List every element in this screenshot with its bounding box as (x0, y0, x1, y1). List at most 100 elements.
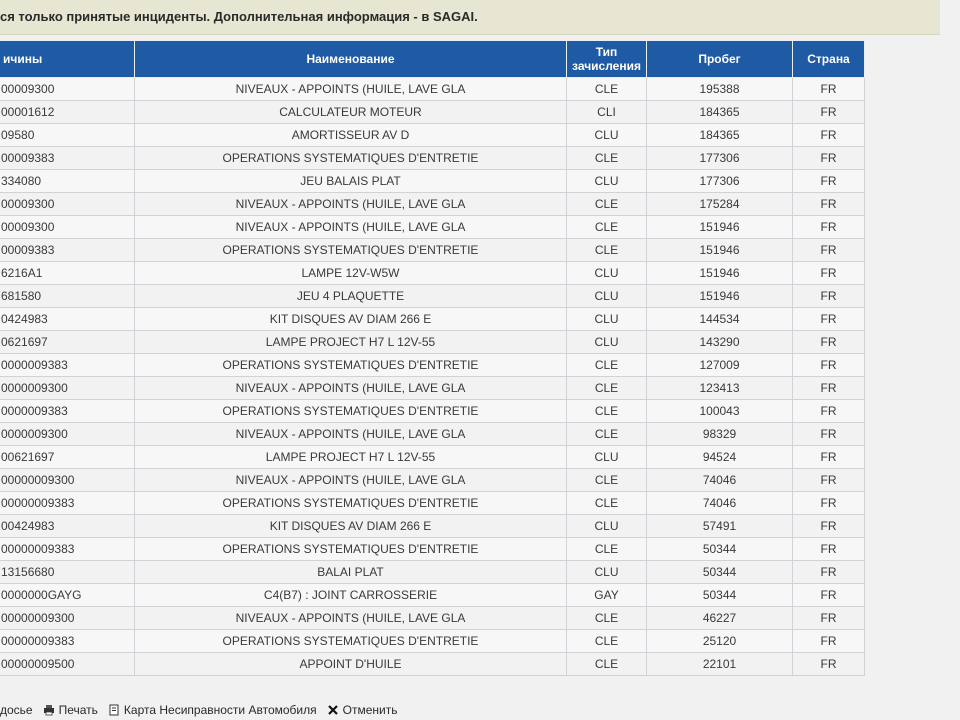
cell-mileage: 50344 (646, 560, 793, 584)
cell-mileage: 57491 (646, 514, 793, 538)
cell-code: 00009383 (0, 238, 135, 262)
cell-country: FR (792, 261, 865, 285)
cell-name: NIVEAUX - APPOINTS (HUILE, LAVE GLA (134, 468, 567, 492)
cell-mileage: 127009 (646, 353, 793, 377)
cell-mileage: 50344 (646, 583, 793, 607)
cell-name: AMORTISSEUR AV D (134, 123, 567, 147)
cell-code: 00009300 (0, 192, 135, 216)
cell-code: 00000009300 (0, 606, 135, 630)
cell-type: CLE (566, 238, 647, 262)
table-row[interactable]: 00000009383 OPERATIONS SYSTEMATIQUES D'EN… (0, 491, 865, 515)
table-row[interactable]: 00000009383 OPERATIONS SYSTEMATIQUES D'EN… (0, 537, 865, 561)
cell-code: 0424983 (0, 307, 135, 331)
cell-code: 00424983 (0, 514, 135, 538)
table-row[interactable]: 0000009383 OPERATIONS SYSTEMATIQUES D'ENT… (0, 399, 865, 423)
cell-code: 13156680 (0, 560, 135, 584)
table-row[interactable]: 681580 JEU 4 PLAQUETTE CLU 151946 FR (0, 284, 865, 308)
cell-type: CLE (566, 422, 647, 446)
cell-country: FR (792, 422, 865, 446)
cell-country: FR (792, 215, 865, 239)
table-row[interactable]: 0621697 LAMPE PROJECT H7 L 12V-55 CLU 14329… (0, 330, 865, 354)
cell-name: NIVEAUX - APPOINTS (HUILE, LAVE GLA (134, 422, 567, 446)
table-row[interactable]: 0000009300 NIVEAUX - APPOINTS (HUILE, LAV… (0, 422, 865, 446)
table-row[interactable]: 00000009300 NIVEAUX - APPOINTS (HUILE, LA… (0, 468, 865, 492)
table-row[interactable]: 0000000GAYG C4(B7) : JOINT CARROSSERIE GAY… (0, 583, 865, 607)
cell-country: FR (792, 514, 865, 538)
cell-name: OPERATIONS SYSTEMATIQUES D'ENTRETIE (134, 399, 567, 423)
cell-code: 0000009300 (0, 376, 135, 400)
cell-code: 00621697 (0, 445, 135, 469)
table-row[interactable]: 6216A1 LAMPE 12V-W5W CLU 151946 FR (0, 261, 865, 285)
table-row[interactable]: 00001612 CALCULATEUR MOTEUR CLI 184365 FR (0, 100, 865, 124)
cancel-button[interactable]: Отменить (327, 703, 397, 717)
table-row[interactable]: 0000009383 OPERATIONS SYSTEMATIQUES D'ENT… (0, 353, 865, 377)
cell-name: OPERATIONS SYSTEMATIQUES D'ENTRETIE (134, 629, 567, 653)
cell-name: KIT DISQUES AV DIAM 266 E (134, 307, 567, 331)
cell-type: CLE (566, 652, 647, 676)
table-row[interactable]: 0000009300 NIVEAUX - APPOINTS (HUILE, LAV… (0, 376, 865, 400)
table-row[interactable]: 00621697 LAMPE PROJECT H7 L 12V-55 CLU 9452… (0, 445, 865, 469)
table-row[interactable]: 00009300 NIVEAUX - APPOINTS (HUILE, LAVE … (0, 77, 865, 101)
cell-country: FR (792, 491, 865, 515)
cell-country: FR (792, 468, 865, 492)
cell-code: 00009300 (0, 77, 135, 101)
cell-code: 0000009300 (0, 422, 135, 446)
table-row[interactable]: 00000009500 APPOINT D'HUILE CLE 22101 FR (0, 652, 865, 676)
cell-name: CALCULATEUR MOTEUR (134, 100, 567, 124)
cell-type: CLE (566, 491, 647, 515)
table-body: 00009300 NIVEAUX - APPOINTS (HUILE, LAVE … (0, 77, 865, 676)
cell-country: FR (792, 399, 865, 423)
close-icon (327, 704, 339, 716)
incidents-table: ичины Наименование Тип зачисления Пробег… (0, 40, 865, 676)
cell-country: FR (792, 606, 865, 630)
cell-code: 09580 (0, 123, 135, 147)
cell-type: CLE (566, 146, 647, 170)
cell-code: 0000000GAYG (0, 583, 135, 607)
cell-name: NIVEAUX - APPOINTS (HUILE, LAVE GLA (134, 192, 567, 216)
dossier-link[interactable]: досье (0, 703, 33, 717)
table-row[interactable]: 00009383 OPERATIONS SYSTEMATIQUES D'ENTRE… (0, 146, 865, 170)
column-header-name[interactable]: Наименование (134, 40, 567, 78)
cell-mileage: 175284 (646, 192, 793, 216)
cell-mileage: 25120 (646, 629, 793, 653)
cell-type: CLU (566, 169, 647, 193)
cell-country: FR (792, 583, 865, 607)
table-row[interactable]: 09580 AMORTISSEUR AV D CLU 184365 FR (0, 123, 865, 147)
cell-type: CLU (566, 284, 647, 308)
table-row[interactable]: 00009300 NIVEAUX - APPOINTS (HUILE, LAVE … (0, 215, 865, 239)
cell-name: NIVEAUX - APPOINTS (HUILE, LAVE GLA (134, 376, 567, 400)
cell-type: CLE (566, 215, 647, 239)
cell-country: FR (792, 445, 865, 469)
cell-country: FR (792, 560, 865, 584)
print-button[interactable]: Печать (43, 703, 98, 717)
cell-mileage: 184365 (646, 100, 793, 124)
cell-code: 6216A1 (0, 261, 135, 285)
table-row[interactable]: 00009300 NIVEAUX - APPOINTS (HUILE, LAVE … (0, 192, 865, 216)
table-row[interactable]: 0424983 KIT DISQUES AV DIAM 266 E CLU 14453… (0, 307, 865, 331)
page: ся только принятые инциденты. Дополнител… (0, 0, 960, 720)
table-row[interactable]: 00000009383 OPERATIONS SYSTEMATIQUES D'EN… (0, 629, 865, 653)
cell-name: OPERATIONS SYSTEMATIQUES D'ENTRETIE (134, 238, 567, 262)
cell-country: FR (792, 353, 865, 377)
cell-type: CLU (566, 330, 647, 354)
cell-mileage: 100043 (646, 399, 793, 423)
cell-country: FR (792, 629, 865, 653)
table-row[interactable]: 00009383 OPERATIONS SYSTEMATIQUES D'ENTRE… (0, 238, 865, 262)
column-header-type[interactable]: Тип зачисления (566, 40, 647, 78)
cell-country: FR (792, 652, 865, 676)
column-header-code[interactable]: ичины (0, 40, 135, 78)
column-header-mileage[interactable]: Пробег (646, 40, 793, 78)
cell-type: CLU (566, 307, 647, 331)
cell-country: FR (792, 330, 865, 354)
vehicle-fault-card-link[interactable]: Карта Несиправности Автомобиля (108, 703, 317, 717)
cell-mileage: 177306 (646, 146, 793, 170)
cell-country: FR (792, 77, 865, 101)
table-row[interactable]: 334080 JEU BALAIS PLAT CLU 177306 FR (0, 169, 865, 193)
cell-code: 0000009383 (0, 399, 135, 423)
column-header-country[interactable]: Страна (792, 40, 865, 78)
table-row[interactable]: 00000009300 NIVEAUX - APPOINTS (HUILE, LA… (0, 606, 865, 630)
table-row[interactable]: 00424983 KIT DISQUES AV DIAM 266 E CLU 5749… (0, 514, 865, 538)
cell-country: FR (792, 123, 865, 147)
cell-name: LAMPE PROJECT H7 L 12V-55 (134, 330, 567, 354)
table-row[interactable]: 13156680 BALAI PLAT CLU 50344 FR (0, 560, 865, 584)
